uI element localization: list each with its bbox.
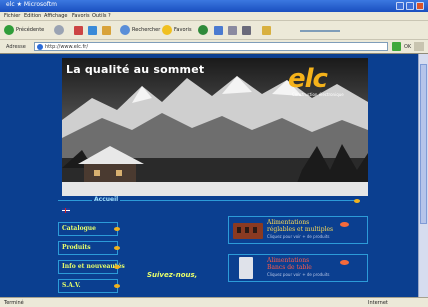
menu-tools[interactable]: Outils [92,13,106,19]
product-more-link[interactable]: Cliquez pour voir + de produits [267,272,329,277]
nav-info[interactable]: Info et nouveautés [58,260,125,274]
bullet-icon [114,284,120,288]
product-subtitle: réglables et multiples [267,226,334,233]
product-subtitle: Bancs de table [267,264,312,271]
folder-icon[interactable] [262,26,271,35]
status-bar: Terminé Internet [0,297,428,307]
search-label[interactable]: Rechercher [132,27,160,33]
zone-text: Internet [368,300,388,306]
favorites-label[interactable]: Favoris [174,27,192,33]
links-button[interactable] [414,42,424,51]
bullet-icon [340,260,349,265]
nav-sav-label: S.A.V. [62,282,81,289]
bullet-icon [114,265,120,269]
page-slogan: La qualité au sommet [66,63,205,76]
back-label[interactable]: Précédente [16,27,44,33]
power-supply-image [233,223,263,239]
menu-favorites[interactable]: Favoris [72,13,90,19]
product-name: Alimentations [267,257,310,264]
maximize-button[interactable] [406,2,414,10]
logo-tagline: Construction électronique [292,92,344,97]
window-title: elc ★ Microsoftm [6,1,57,8]
history-icon[interactable] [214,26,223,35]
scrollbar-thumb[interactable] [420,64,427,224]
media-icon[interactable] [198,25,208,35]
bullet-icon [114,227,120,231]
toolbar: Précédente Rechercher Favoris [0,21,428,40]
back-icon[interactable] [4,25,14,35]
nav-catalogue[interactable]: Catalogue [58,222,120,236]
nav-produits[interactable]: Produits [58,241,120,255]
accueil-link[interactable]: Accueil [92,196,121,203]
favorites-icon[interactable] [162,25,172,35]
menu-view[interactable]: Affichage [44,13,68,19]
minimize-button[interactable] [396,2,404,10]
close-button[interactable] [416,2,424,10]
menu-help[interactable]: ? [108,13,111,19]
bullet-icon [114,246,120,250]
forward-icon[interactable] [54,25,64,35]
vertical-scrollbar[interactable] [418,54,428,297]
menu-file[interactable]: Fichier [4,13,20,19]
product-more-link[interactable]: Cliquez pour voir + de produits [267,234,329,239]
status-text: Terminé [4,300,24,306]
print-icon[interactable] [242,26,251,35]
search-slider[interactable] [300,30,340,32]
mail-icon[interactable] [228,26,237,35]
bullet-icon [340,222,349,227]
product-card-bancs[interactable]: Alimentations Bancs de table Cliquez pou… [228,254,368,282]
nav-sav[interactable]: S.A.V. [58,279,120,293]
address-label: Adresse [6,44,26,50]
nav-catalogue-label: Catalogue [62,225,96,232]
bench-supply-image [239,257,253,279]
ie-page-icon [37,44,43,50]
uk-flag-icon[interactable] [62,208,70,213]
nav-produits-label: Produits [62,244,91,251]
product-name: Alimentations [267,219,310,226]
address-bar: Adresse http://www.elc.fr/ OK [0,40,428,54]
search-icon[interactable] [120,25,130,35]
elc-logo[interactable]: elc [288,64,328,94]
menu-bar: Fichier Edition Affichage Favoris Outils… [0,12,428,21]
follow-us-text: Suivez-nous, [147,271,198,279]
go-button[interactable] [392,42,401,51]
stop-icon[interactable] [74,26,83,35]
menu-edit[interactable]: Edition [24,13,41,19]
address-input[interactable]: http://www.elc.fr/ [34,42,388,51]
product-card-reglables[interactable]: Alimentations réglables et multiples Cli… [228,216,368,244]
home-icon[interactable] [102,26,111,35]
address-value: http://www.elc.fr/ [45,44,89,50]
go-label[interactable]: OK [404,44,411,50]
accueil-bullet-icon [354,199,360,203]
refresh-icon[interactable] [88,26,97,35]
title-bar: elc ★ Microsoftm [0,0,428,12]
